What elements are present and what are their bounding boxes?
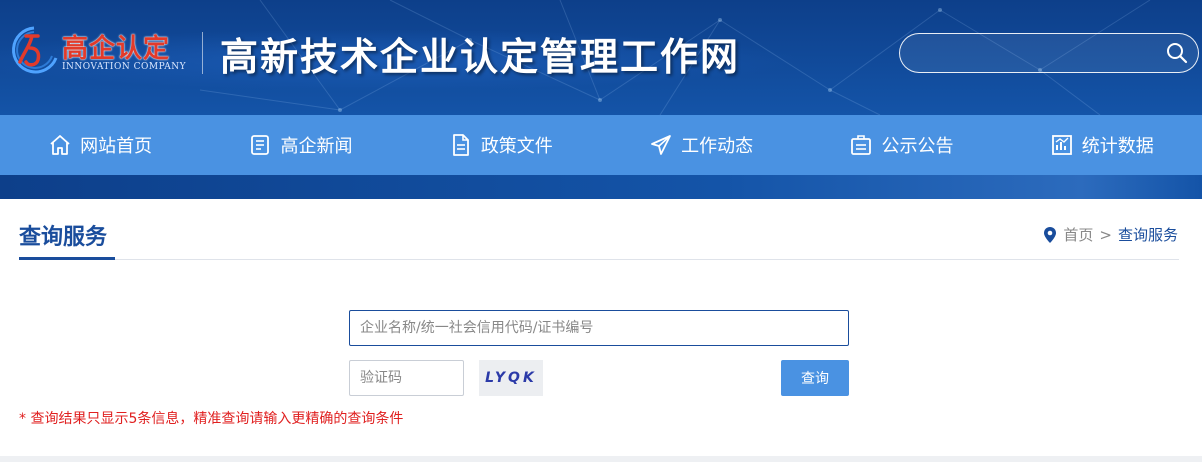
site-search-input[interactable] (899, 33, 1199, 73)
nav-item-label: 统计数据 (1081, 136, 1154, 157)
announcement-icon (851, 135, 872, 155)
nav-item-policy[interactable]: 政策文件 (401, 115, 601, 175)
header-divider (202, 32, 203, 74)
captcha-image[interactable]: LYQK (479, 360, 543, 396)
breadcrumb-separator: > (1099, 225, 1112, 244)
nav-item-label: 公示公告 (881, 136, 954, 157)
header-bottom-strip (0, 175, 1202, 199)
nav-item-announcements[interactable]: 公示公告 (801, 115, 1001, 175)
site-title: 高新技术企业认定管理工作网 (220, 34, 741, 79)
breadcrumb-home-link[interactable]: 首页 (1063, 224, 1093, 245)
nav-item-home[interactable]: 网站首页 (0, 115, 200, 175)
breadcrumb: 首页 > 查询服务 (1043, 224, 1178, 245)
logo-chinese-text: 高企认定 (62, 34, 171, 64)
title-divider (19, 259, 1179, 260)
page-bottom-bar (0, 456, 1202, 462)
page-title: 查询服务 (19, 225, 108, 250)
document-icon (452, 134, 469, 156)
enterprise-query-input[interactable] (349, 310, 849, 346)
title-underline (19, 257, 115, 260)
nav-item-statistics[interactable]: 统计数据 (1002, 115, 1202, 175)
search-icon[interactable] (1166, 42, 1188, 64)
breadcrumb-current: 查询服务 (1117, 226, 1178, 244)
nav-item-label: 网站首页 (80, 136, 153, 157)
logo-emblem-icon (12, 26, 58, 74)
paper-plane-icon (651, 135, 672, 155)
news-icon (251, 135, 270, 155)
main-content: 查询服务 首页 > 查询服务 LYQK 查询 * 查询结果只显示5条信息，精准查… (0, 199, 1202, 456)
query-notice: * 查询结果只显示5条信息，精准查询请输入更精确的查询条件 (19, 411, 404, 427)
site-header: 高企认定 INNOVATION COMPANY 高新技术企业认定管理工作网 (0, 0, 1202, 115)
main-navigation: 网站首页 高企新闻 政策文件 工作动态 公示公告 统计数据 (0, 115, 1202, 175)
nav-item-label: 工作动态 (681, 136, 754, 157)
nav-item-label: 高企新闻 (280, 136, 353, 157)
nav-item-work-updates[interactable]: 工作动态 (601, 115, 801, 175)
chart-icon (1051, 135, 1072, 155)
logo-english-text: INNOVATION COMPANY (62, 62, 187, 72)
site-logo[interactable]: 高企认定 INNOVATION COMPANY (4, 22, 194, 78)
location-pin-icon (1044, 226, 1057, 243)
query-button[interactable]: 查询 (781, 360, 849, 396)
captcha-input[interactable] (349, 360, 464, 396)
home-icon (50, 135, 70, 155)
nav-item-news[interactable]: 高企新闻 (200, 115, 400, 175)
nav-item-label: 政策文件 (480, 136, 553, 157)
